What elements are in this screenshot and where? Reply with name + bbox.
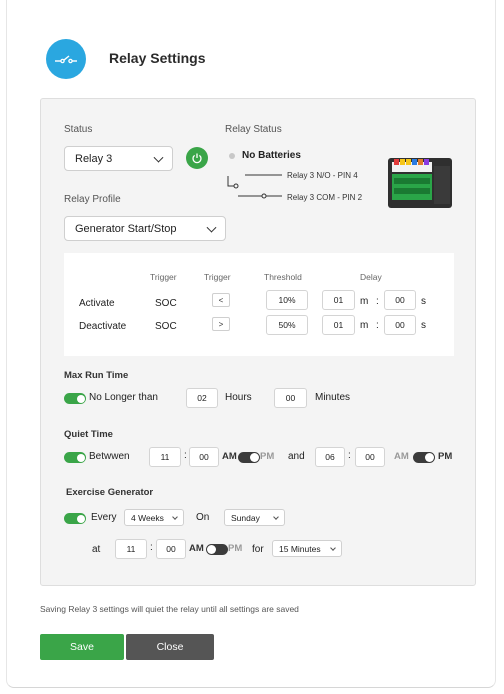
quiet-end-ampm-toggle[interactable] — [413, 452, 435, 463]
chevron-down-icon — [153, 152, 164, 163]
relay-profile-select[interactable]: Generator Start/Stop — [64, 216, 226, 241]
relay-select-value: Relay 3 — [75, 152, 113, 165]
exercise-title: Exercise Generator — [66, 487, 154, 498]
exercise-at-label: at — [92, 544, 101, 555]
activate-delay-min-input[interactable]: 01 — [322, 290, 355, 310]
exercise-colon: : — [150, 542, 153, 553]
power-button[interactable] — [186, 147, 208, 169]
relay-state: No Batteries — [242, 150, 301, 161]
exercise-on-label: On — [196, 512, 210, 523]
chevron-down-icon — [206, 222, 217, 233]
page-title: Relay Settings — [109, 50, 206, 66]
save-note: Saving Relay 3 settings will quiet the r… — [40, 604, 299, 614]
quiet-end-min-input[interactable]: 00 — [355, 447, 385, 467]
relay-switch-icon — [46, 39, 86, 79]
exercise-period-select[interactable]: 4 Weeks — [124, 509, 184, 526]
max-run-toggle[interactable] — [64, 393, 86, 404]
quiet-start-am: AM — [222, 451, 237, 462]
activate-m-unit: m — [360, 296, 369, 307]
quiet-start-hour-input[interactable]: 11 — [149, 447, 181, 467]
close-button[interactable]: Close — [126, 634, 214, 660]
activate-trigger: SOC — [155, 298, 177, 309]
quiet-start-min-input[interactable]: 00 — [189, 447, 219, 467]
exercise-for-label: for — [252, 544, 264, 555]
deactivate-colon: : — [376, 320, 379, 331]
delay-header: Delay — [360, 272, 382, 282]
status-label: Status — [64, 124, 93, 135]
status-indicator-dot — [229, 153, 235, 159]
relay-contact-diagram — [227, 174, 282, 199]
trigger-op-header: Trigger — [204, 272, 231, 282]
threshold-header: Threshold — [264, 272, 302, 282]
activate-operator[interactable]: < — [212, 293, 230, 307]
exercise-ampm-toggle[interactable] — [206, 544, 228, 555]
relay-device-image — [388, 158, 452, 208]
deactivate-operator[interactable]: > — [212, 317, 230, 331]
quiet-between-label: Betwwen — [89, 451, 130, 462]
exercise-duration-select[interactable]: 15 Minutes — [272, 540, 342, 557]
exercise-day-select[interactable]: Sunday — [224, 509, 285, 526]
exercise-min-input[interactable]: 00 — [156, 539, 186, 559]
save-button[interactable]: Save — [40, 634, 124, 660]
quiet-time-title: Quiet Time — [64, 429, 113, 440]
max-run-label: No Longer than — [89, 392, 158, 403]
relay-profile-value: Generator Start/Stop — [75, 222, 177, 235]
pin-com-label: Relay 3 COM - PIN 2 — [287, 193, 363, 202]
chevron-down-icon — [273, 513, 279, 520]
deactivate-label: Deactivate — [79, 321, 127, 332]
quiet-and-label: and — [288, 451, 305, 462]
exercise-toggle[interactable] — [64, 513, 86, 524]
exercise-pm: PM — [228, 543, 243, 554]
quiet-end-colon: : — [348, 450, 351, 461]
max-run-minutes-input[interactable]: 00 — [274, 388, 307, 408]
activate-label: Activate — [79, 298, 115, 309]
quiet-start-ampm-toggle[interactable] — [238, 452, 260, 463]
chevron-down-icon — [330, 544, 336, 551]
quiet-time-toggle[interactable] — [64, 452, 86, 463]
relay-profile-label: Relay Profile — [64, 194, 121, 205]
quiet-end-pm: PM — [438, 451, 453, 462]
deactivate-threshold-input[interactable]: 50% — [266, 315, 308, 335]
quiet-start-colon: : — [184, 450, 187, 461]
activate-threshold-input[interactable]: 10% — [266, 290, 308, 310]
power-icon — [192, 153, 202, 164]
exercise-every-label: Every — [91, 512, 117, 523]
trigger-header: Trigger — [150, 272, 177, 282]
relay-status-label: Relay Status — [225, 124, 282, 135]
pin-no-label: Relay 3 N/O - PIN 4 — [287, 171, 358, 180]
exercise-day-value: Sunday — [231, 512, 260, 523]
minutes-label: Minutes — [315, 392, 351, 403]
deactivate-m-unit: m — [360, 320, 369, 331]
chevron-down-icon — [172, 513, 178, 520]
deactivate-delay-min-input[interactable]: 01 — [322, 315, 355, 335]
activate-delay-sec-input[interactable]: 00 — [384, 290, 416, 310]
hours-label: Hours — [225, 392, 252, 403]
exercise-hour-input[interactable]: 11 — [115, 539, 147, 559]
activate-s-unit: s — [421, 296, 426, 307]
relay-select[interactable]: Relay 3 — [64, 146, 173, 171]
quiet-end-hour-input[interactable]: 06 — [315, 447, 345, 467]
max-run-hours-input[interactable]: 02 — [186, 388, 218, 408]
deactivate-trigger: SOC — [155, 321, 177, 332]
max-run-title: Max Run Time — [64, 370, 129, 381]
exercise-duration-value: 15 Minutes — [279, 543, 321, 554]
exercise-am: AM — [189, 543, 204, 554]
quiet-end-am: AM — [394, 451, 409, 462]
quiet-start-pm: PM — [260, 451, 275, 462]
deactivate-s-unit: s — [421, 320, 426, 331]
deactivate-delay-sec-input[interactable]: 00 — [384, 315, 416, 335]
exercise-period-value: 4 Weeks — [131, 512, 164, 523]
activate-colon: : — [376, 296, 379, 307]
